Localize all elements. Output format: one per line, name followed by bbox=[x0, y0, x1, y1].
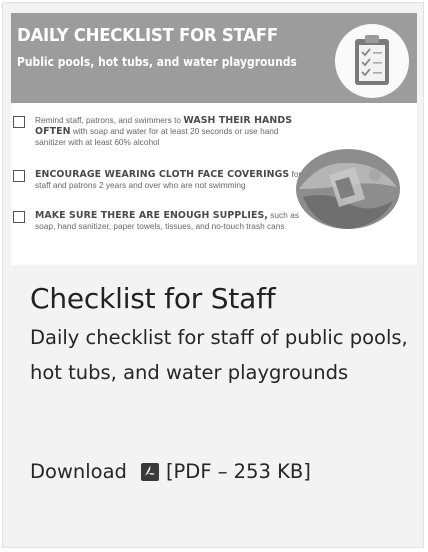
description: Daily checklist for staff of public pool… bbox=[30, 326, 408, 384]
item-text: with soap and water for at least 20 seco… bbox=[35, 126, 279, 147]
thumbnail-banner: DAILY CHECKLIST FOR STAFF Public pools, … bbox=[11, 13, 417, 103]
item-bold-text: MAKE SURE THERE ARE ENOUGH SUPPLIES, bbox=[35, 210, 268, 221]
page-title: Checklist for Staff bbox=[30, 282, 276, 315]
item-bold-text: ENCOURAGE WEARING CLOTH FACE COVERINGS bbox=[35, 169, 290, 180]
document-card: DAILY CHECKLIST FOR STAFF Public pools, … bbox=[2, 2, 424, 548]
clipboard-icon bbox=[335, 24, 409, 98]
download-label[interactable]: Download bbox=[30, 460, 127, 483]
pdf-icon bbox=[140, 462, 159, 481]
file-info[interactable]: [PDF – 253 KB] bbox=[166, 460, 311, 483]
thumbnail-banner-title: DAILY CHECKLIST FOR STAFF bbox=[17, 25, 278, 46]
checkbox-icon bbox=[13, 211, 25, 223]
checklist-thumbnail[interactable]: DAILY CHECKLIST FOR STAFF Public pools, … bbox=[11, 13, 417, 265]
checkbox-icon bbox=[13, 116, 25, 128]
download-link[interactable]: Download [PDF – 253 KB] bbox=[30, 460, 311, 483]
pool-globe-icon bbox=[296, 149, 400, 229]
item-text: Remind staff, patrons, and swimmers to bbox=[35, 115, 184, 125]
thumbnail-banner-subtitle: Public pools, hot tubs, and water playgr… bbox=[17, 54, 297, 69]
checkbox-icon bbox=[13, 170, 25, 182]
